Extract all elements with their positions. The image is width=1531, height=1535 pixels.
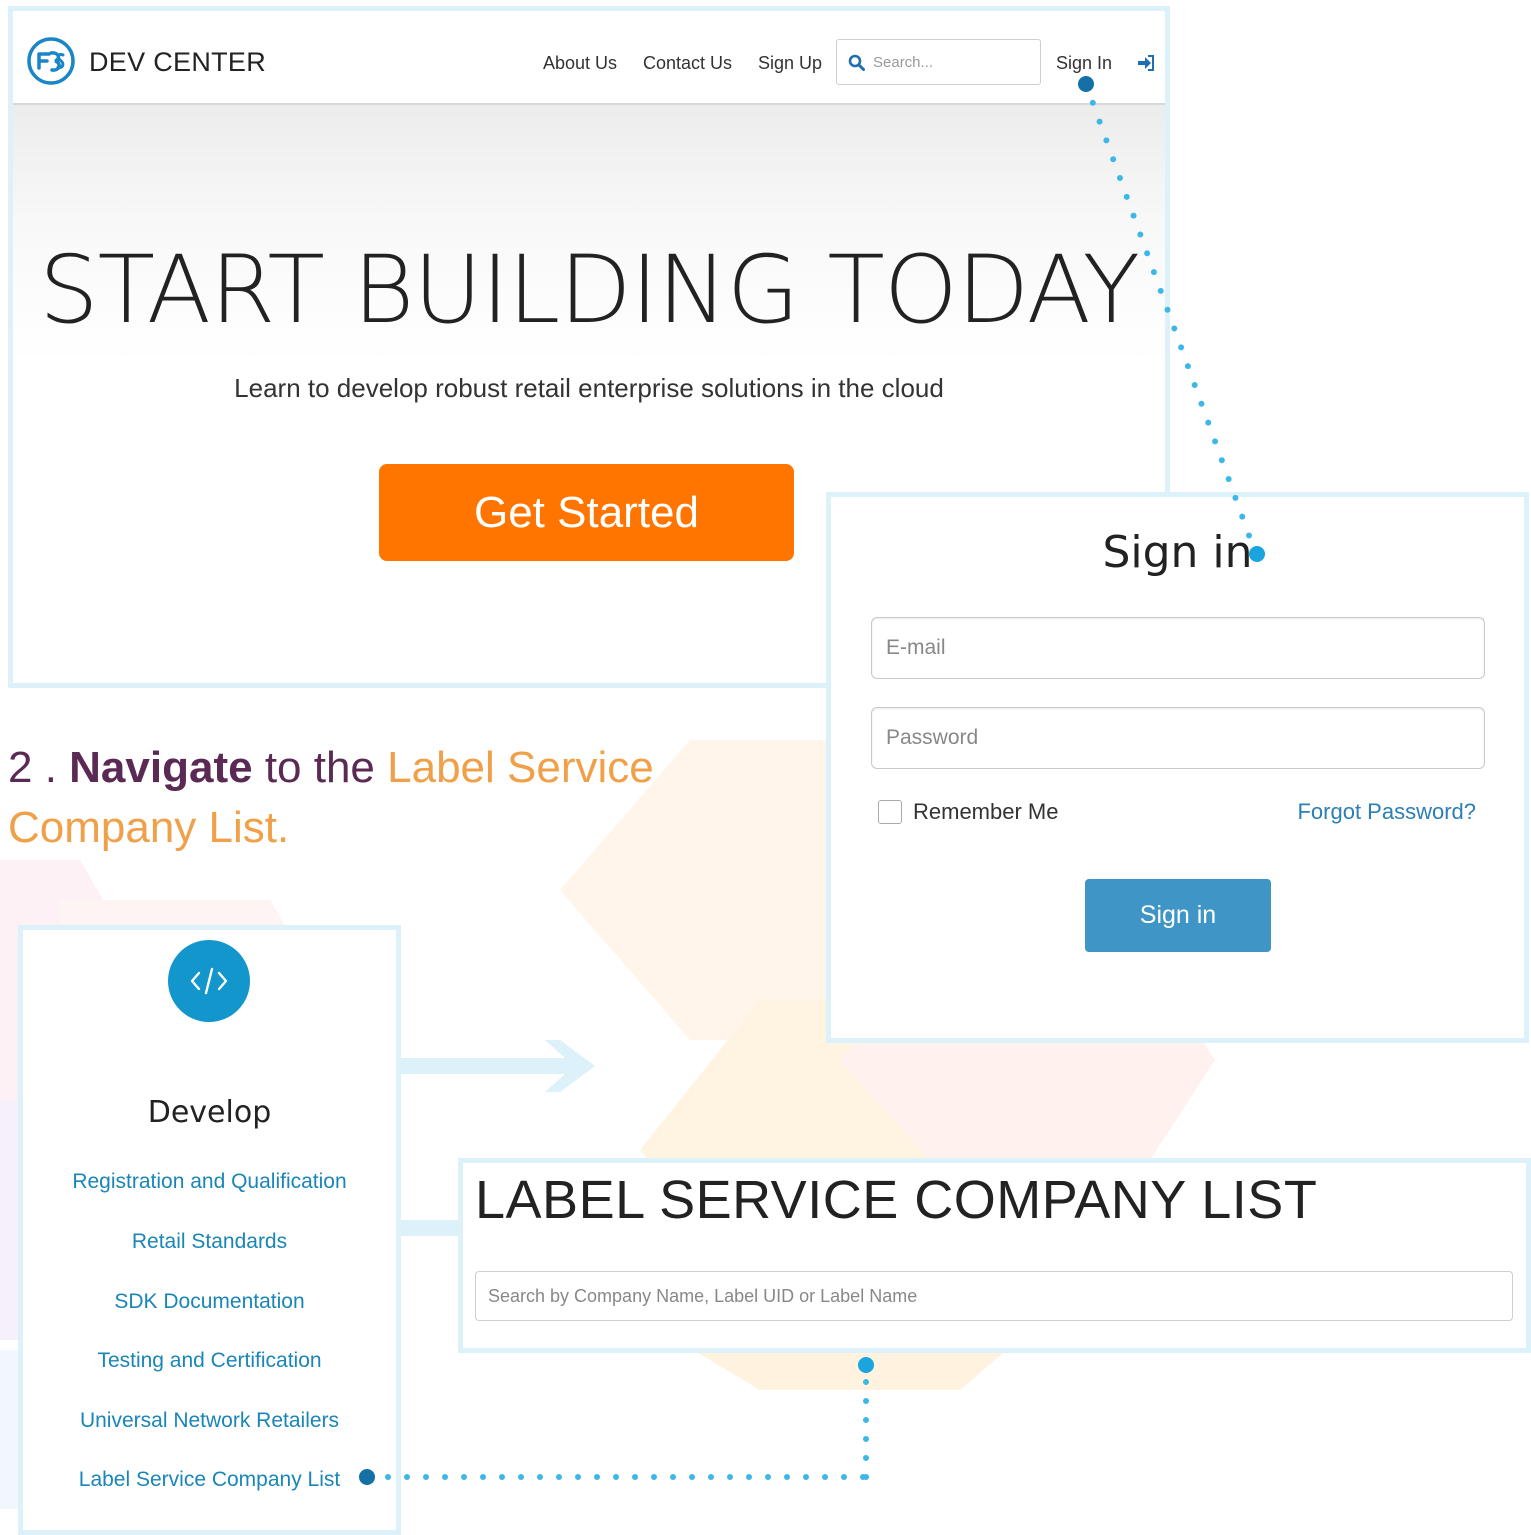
label-service-company-list-panel: LABEL SERVICE COMPANY LIST bbox=[458, 1158, 1531, 1353]
hero-subtitle: Learn to develop robust retail enterpris… bbox=[234, 373, 944, 403]
develop-heading: Develop bbox=[147, 1095, 272, 1130]
forgot-password-link[interactable]: Forgot Password? bbox=[1297, 799, 1476, 825]
sign-in-button[interactable]: Sign in bbox=[1085, 879, 1271, 952]
lscl-page-title: LABEL SERVICE COMPANY LIST bbox=[475, 1170, 1318, 1230]
link-testing-certification[interactable]: Testing and Certification bbox=[23, 1349, 396, 1373]
remember-me-checkbox[interactable] bbox=[878, 800, 902, 824]
step-number: 2 . bbox=[8, 743, 57, 792]
sign-in-panel: Sign in Remember Me Forgot Password? Sig… bbox=[826, 492, 1529, 1043]
password-input[interactable] bbox=[872, 708, 1484, 768]
sign-in-icon[interactable] bbox=[1137, 55, 1155, 71]
step-verb: Navigate bbox=[69, 743, 253, 792]
remember-me-label[interactable]: Remember Me bbox=[913, 799, 1058, 825]
sign-in-title: Sign in bbox=[1102, 527, 1253, 578]
step-instruction: 2 . Navigate to the Label Service Compan… bbox=[8, 738, 708, 858]
code-icon bbox=[168, 940, 250, 1022]
top-navbar: DEV CENTER About Us Contact Us Sign Up S… bbox=[13, 11, 1165, 105]
search-icon bbox=[848, 54, 865, 71]
link-sdk-documentation[interactable]: SDK Documentation bbox=[23, 1290, 396, 1314]
link-retail-standards[interactable]: Retail Standards bbox=[23, 1230, 396, 1254]
password-field[interactable] bbox=[871, 707, 1485, 769]
search-input[interactable] bbox=[871, 48, 1035, 76]
email-input[interactable] bbox=[872, 618, 1484, 678]
email-field[interactable] bbox=[871, 617, 1485, 679]
brand-logo-icon[interactable] bbox=[27, 37, 75, 85]
get-started-button[interactable]: Get Started bbox=[379, 464, 794, 561]
step-mid-text: to the bbox=[264, 743, 375, 792]
nav-sign-up[interactable]: Sign Up bbox=[758, 53, 822, 74]
hero-title: START BUILDING TODAY bbox=[38, 236, 1140, 345]
nav-contact-us[interactable]: Contact Us bbox=[643, 53, 732, 74]
nav-sign-in[interactable]: Sign In bbox=[1056, 53, 1112, 74]
brand-name[interactable]: DEV CENTER bbox=[89, 47, 266, 78]
lscl-search-field[interactable] bbox=[475, 1271, 1513, 1321]
site-search[interactable] bbox=[836, 39, 1041, 85]
link-registration-qualification[interactable]: Registration and Qualification bbox=[23, 1170, 396, 1194]
develop-panel: Develop Registration and Qualification R… bbox=[18, 925, 401, 1535]
nav-about-us[interactable]: About Us bbox=[543, 53, 617, 74]
link-label-service-company-list[interactable]: Label Service Company List bbox=[23, 1468, 396, 1492]
lscl-search-input[interactable] bbox=[476, 1272, 1512, 1320]
link-universal-network-retailers[interactable]: Universal Network Retailers bbox=[23, 1409, 396, 1433]
